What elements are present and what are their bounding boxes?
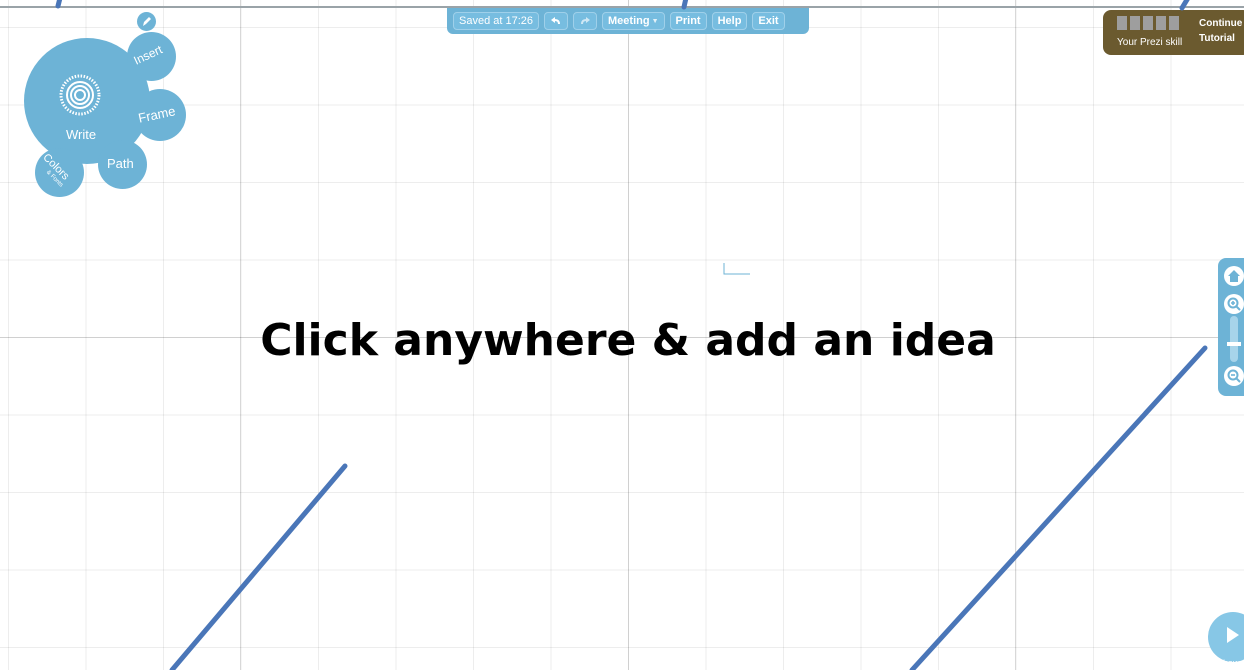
annotation-arrow bbox=[909, 345, 1208, 670]
annotation-arrow bbox=[681, 0, 689, 10]
annotation-arrow bbox=[169, 463, 348, 670]
annotation-arrows bbox=[55, 0, 1208, 670]
annotation-arrow bbox=[55, 0, 63, 9]
annotation-arrow bbox=[1179, 0, 1190, 11]
